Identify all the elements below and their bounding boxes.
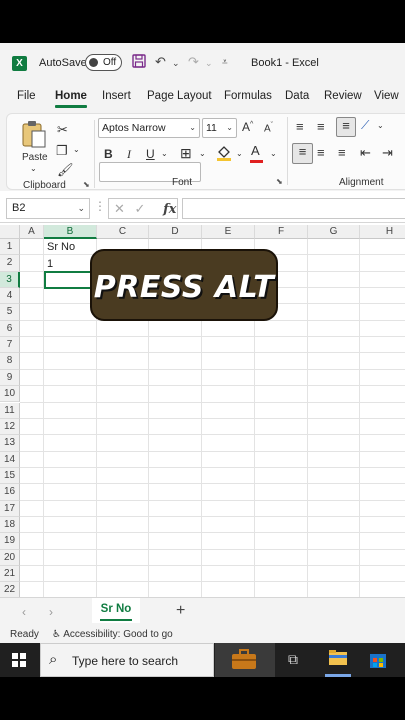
ribbon-tabs: File Home Insert Page Layout Formulas Da… (0, 83, 405, 111)
bold-button[interactable]: B (104, 147, 113, 161)
increase-indent-icon[interactable]: ⇥ (382, 145, 393, 161)
font-launcher-icon[interactable]: ⬊ (276, 177, 283, 186)
borders-dropdown-icon[interactable]: ⌄ (199, 149, 206, 158)
tab-insert[interactable]: Insert (102, 90, 131, 102)
font-color-swatch (250, 160, 263, 163)
alignment-group-label: Alignment (339, 177, 384, 188)
tab-view[interactable]: View (374, 90, 399, 102)
fill-color-icon[interactable] (216, 144, 232, 164)
align-top-icon[interactable]: ≡ (296, 119, 304, 134)
toggle-knob (89, 58, 98, 67)
font-color-dropdown-icon[interactable]: ⌄ (270, 149, 277, 158)
fill-color-dropdown-icon[interactable]: ⌄ (236, 149, 243, 158)
document-title: Book1 - Excel (251, 57, 319, 69)
orientation-icon[interactable]: ⟋ (361, 118, 369, 133)
undo-icon[interactable]: ↶ (155, 54, 166, 70)
grow-font-letter: A (242, 120, 251, 134)
file-explorer-icon[interactable] (329, 650, 347, 671)
windows-taskbar: ⌕ Type here to search ⧉ (0, 643, 405, 677)
redo-dropdown-icon[interactable]: ⌄ (205, 58, 213, 69)
tab-page-layout[interactable]: Page Layout (147, 90, 212, 102)
tab-formulas[interactable]: Formulas (224, 90, 272, 102)
explorer-active-indicator (325, 674, 351, 677)
font-group-label: Font (172, 177, 193, 188)
task-view-icon[interactable]: ⧉ (288, 651, 298, 668)
tab-data[interactable]: Data (285, 90, 309, 102)
align-left-icon[interactable]: ≡ (292, 143, 313, 164)
shrink-font-letter: A (264, 123, 271, 135)
tab-review[interactable]: Review (324, 90, 362, 102)
font-color-letter: A (251, 143, 260, 158)
align-center-icon[interactable]: ≡ (317, 145, 325, 160)
autosave-label: AutoSave (39, 57, 87, 69)
ribbon-controls: Aptos Narrow ⌄ 11 ⌄ A^ Aˇ B I U ⌄ ⊞ ⌄ ⌄ … (0, 111, 405, 191)
font-size-value: 11 (206, 122, 217, 134)
font-size-select[interactable]: 11 ⌄ (202, 118, 237, 138)
grow-font-icon[interactable]: A^ (242, 120, 253, 134)
autosave-toggle[interactable]: Off (85, 54, 122, 71)
underline-dropdown-icon[interactable]: ⌄ (161, 149, 168, 158)
tab-home[interactable]: Home (55, 90, 87, 108)
tab-file[interactable]: File (17, 90, 36, 102)
search-placeholder: Type here to search (72, 654, 179, 668)
ribbon-separator (287, 117, 288, 185)
briefcase-icon[interactable] (231, 648, 257, 675)
font-name-value: Aptos Narrow (102, 122, 166, 134)
excel-logo-icon: X (12, 56, 27, 71)
customize-toolbar-icon[interactable]: ⩡ (222, 57, 228, 68)
undo-dropdown-icon[interactable]: ⌄ (172, 58, 180, 69)
borders-icon[interactable]: ⊞ (180, 145, 192, 162)
taskbar-search[interactable]: ⌕ Type here to search (40, 643, 214, 677)
save-icon[interactable] (132, 54, 146, 71)
title-bar: X AutoSave Off ↶ ⌄ ↷ ⌄ ⩡ Book1 - Excel (0, 43, 405, 83)
autosave-state: Off (103, 57, 117, 68)
chevron-down-icon: ⌄ (189, 123, 196, 132)
orientation-dropdown-icon[interactable]: ⌄ (377, 121, 384, 130)
underline-button[interactable]: U (146, 147, 155, 161)
windows-start-icon[interactable] (12, 653, 26, 667)
font-color-icon[interactable]: A (250, 143, 263, 163)
align-middle-icon[interactable]: ≡ (317, 119, 325, 134)
redo-icon[interactable]: ↷ (188, 54, 199, 70)
align-right-icon[interactable]: ≡ (338, 145, 346, 160)
decrease-indent-icon[interactable]: ⇤ (360, 145, 371, 161)
search-icon: ⌕ (49, 651, 58, 668)
font-name-select[interactable]: Aptos Narrow ⌄ (98, 118, 200, 138)
shrink-font-icon[interactable]: Aˇ (264, 122, 273, 134)
italic-button[interactable]: I (127, 147, 131, 162)
chevron-down-icon: ⌄ (226, 123, 233, 132)
store-icon[interactable] (370, 650, 386, 673)
align-bottom-icon[interactable]: ≡ (336, 117, 356, 137)
